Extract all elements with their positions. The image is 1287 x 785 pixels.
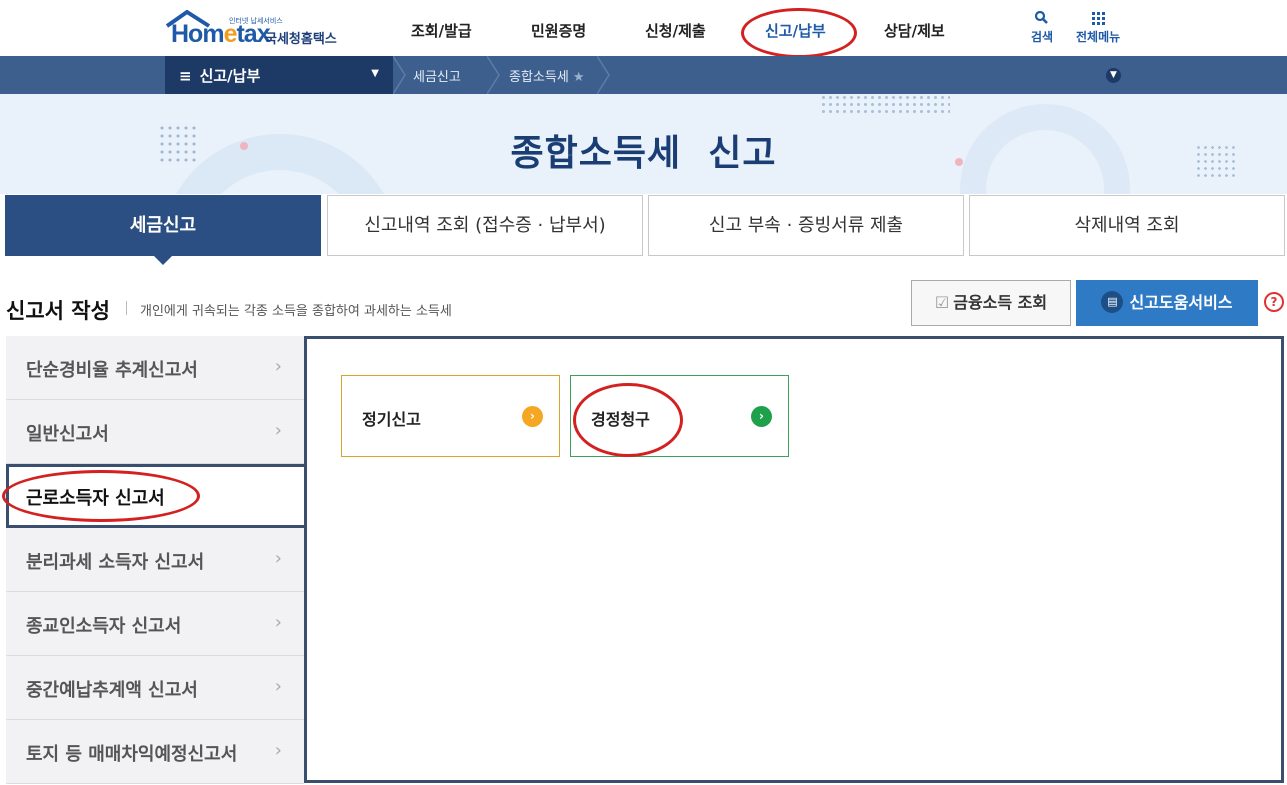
checkbox-icon: ☑ (934, 293, 950, 312)
hometax-logo[interactable]: 인터넷 납세서비스 Hometax 국세청홈택스 (165, 6, 355, 50)
star-icon[interactable]: ★ (573, 70, 585, 85)
chevron-right-icon (597, 56, 610, 94)
logo-subtitle: 국세청홈택스 (265, 32, 337, 47)
tab-bar: 세금신고 신고내역 조회 (접수증 · 납부서) 신고 부속 · 증빙서류 제출… (0, 194, 1287, 265)
nav-application[interactable]: 신청/제출 (645, 20, 706, 41)
tab-tax-report[interactable]: 세금신고 (5, 195, 321, 265)
top-header: 인터넷 납세서비스 Hometax 국세청홈택스 조회/발급 민원증명 신청/제… (0, 0, 1287, 58)
content-panel: 정기신고 › 경정청구 › (304, 336, 1284, 783)
book-icon: ▤ (1101, 291, 1124, 313)
divider (126, 301, 127, 315)
chevron-right-icon: › (274, 548, 282, 569)
regular-report-card[interactable]: 정기신고 › (341, 375, 560, 457)
grid-icon (1092, 12, 1106, 25)
nav-consult[interactable]: 상담/제보 (884, 20, 945, 41)
chevron-right-icon (487, 56, 500, 94)
chevron-right-icon: › (274, 676, 282, 697)
tab-report-history[interactable]: 신고내역 조회 (접수증 · 납부서) (327, 195, 643, 256)
hamburger-icon: ≡ (179, 67, 192, 85)
nav-inquiry[interactable]: 조회/발급 (411, 20, 472, 41)
left-menu-item[interactable]: 중간예납추계액 신고서 › (6, 656, 304, 720)
logo-brand: Hometax (171, 20, 271, 48)
search-icon (1034, 10, 1048, 24)
breadcrumb: ≡ 신고/납부 ▼ 세금신고 종합소득세 ★ ▼ (0, 56, 1287, 94)
help-question-icon[interactable]: ? (1264, 292, 1284, 312)
chevron-right-icon: › (274, 356, 282, 377)
left-menu-item[interactable]: 종교인소득자 신고서 › (6, 592, 304, 656)
left-menu-item[interactable]: 분리과세 소득자 신고서 › (6, 528, 304, 592)
left-menu-item[interactable]: 토지 등 매매차익예정신고서 › (6, 720, 304, 784)
nav-certificate[interactable]: 민원증명 (531, 20, 586, 41)
search-button[interactable]: 검색 (1031, 10, 1053, 45)
chevron-right-icon: › (274, 420, 282, 441)
correction-claim-card[interactable]: 경정청구 › (570, 375, 789, 457)
left-menu-item[interactable]: 일반신고서 › (6, 400, 304, 464)
arrow-right-icon: › (751, 406, 772, 427)
breadcrumb-main-label: 신고/납부 (199, 67, 261, 85)
section-description: 개인에게 귀속되는 각종 소득을 종합하여 과세하는 소득세 (140, 304, 452, 319)
decoration-dots (820, 94, 950, 114)
all-menu-label: 전체메뉴 (1076, 30, 1121, 44)
chevron-right-icon: › (274, 740, 282, 761)
filing-help-button[interactable]: ▤ 신고도움서비스 (1076, 280, 1258, 326)
arrow-right-icon: › (522, 406, 543, 427)
tab-deleted-history[interactable]: 삭제내역 조회 (969, 195, 1285, 256)
caret-down-icon: ▼ (371, 68, 379, 79)
nav-report-payment[interactable]: 신고/납부 (765, 20, 826, 41)
left-menu-item[interactable]: 단순경비율 추계신고서 › (6, 336, 304, 400)
breadcrumb-menu-select[interactable]: ≡ 신고/납부 ▼ (165, 56, 393, 94)
chevron-right-icon (393, 56, 406, 94)
tab-attachment-submit[interactable]: 신고 부속 · 증빙서류 제출 (648, 195, 964, 256)
chevron-right-icon: › (274, 612, 282, 633)
breadcrumb-item-income-tax[interactable]: 종합소득세 ★ (509, 66, 584, 85)
financial-income-button[interactable]: ☑ 금융소득 조회 (911, 280, 1071, 326)
search-label: 검색 (1031, 30, 1054, 44)
left-menu-item-active[interactable]: 근로소득자 신고서 (6, 464, 306, 528)
expand-circle-icon[interactable]: ▼ (1106, 68, 1121, 83)
all-menu-button[interactable]: 전체메뉴 (1076, 10, 1120, 45)
breadcrumb-item-tax-report[interactable]: 세금신고 (413, 66, 461, 85)
page-hero: 종합소득세 신고 (0, 94, 1287, 194)
section-title: 신고서 작성 (6, 299, 110, 323)
page-title: 종합소득세 신고 (510, 133, 777, 174)
